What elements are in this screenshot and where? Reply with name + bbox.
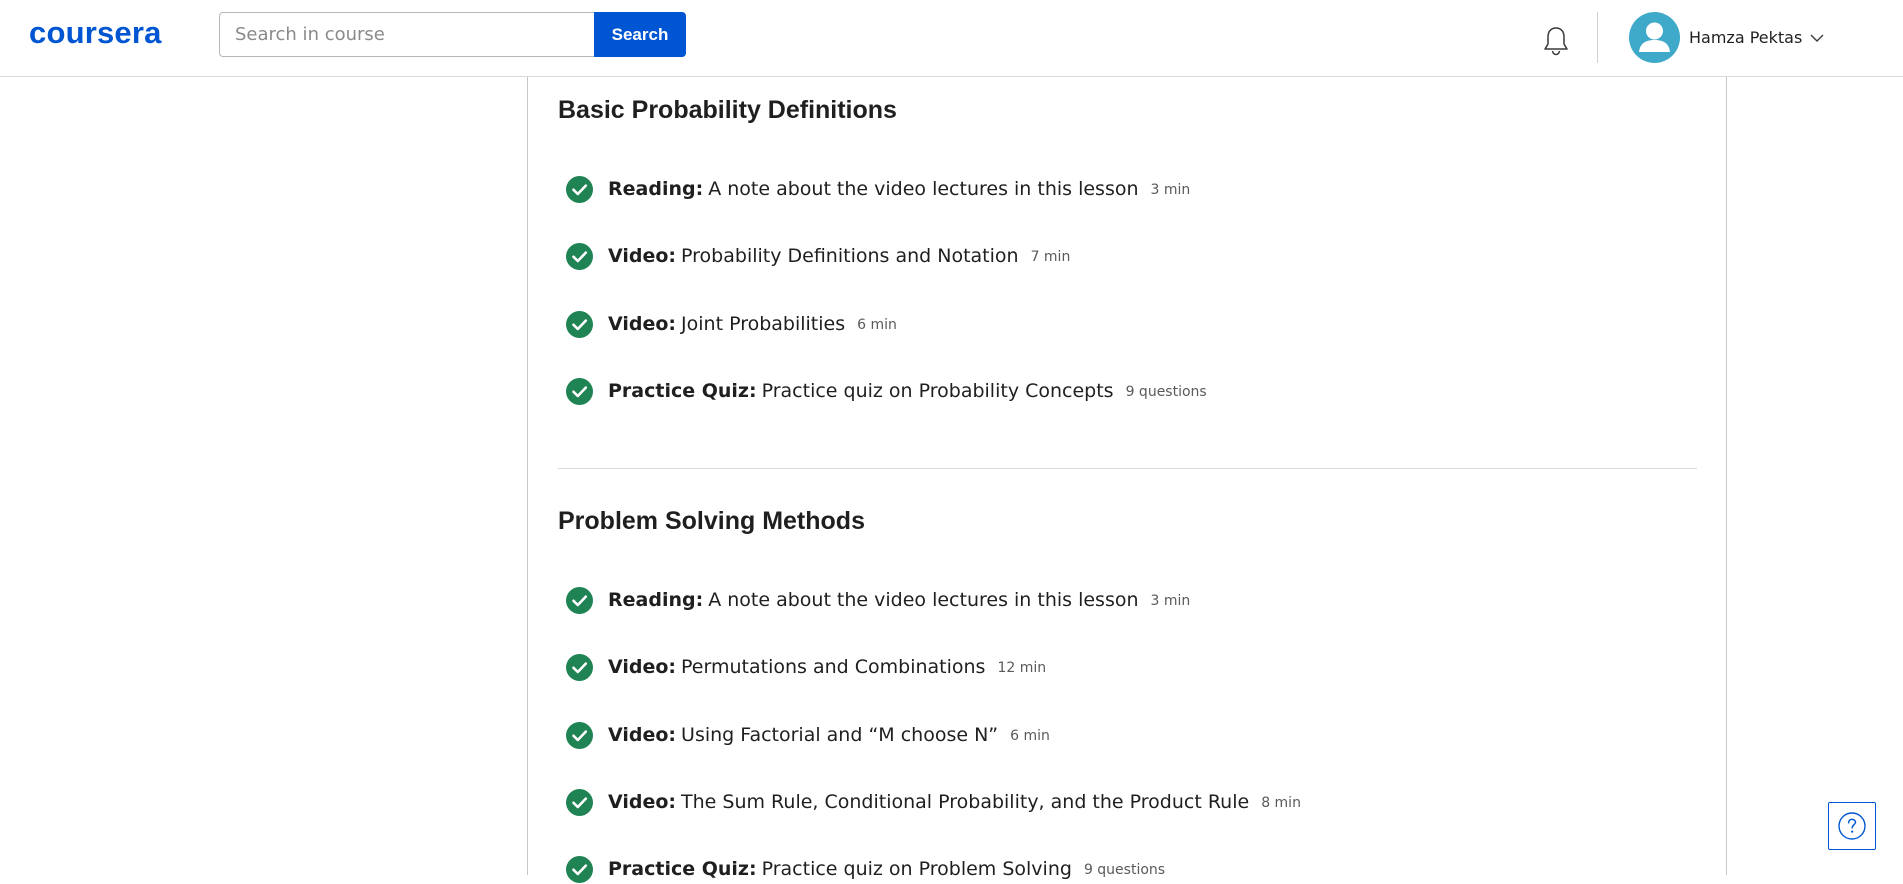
bell-icon[interactable] [1541, 25, 1571, 57]
item-duration: 3 min [1150, 593, 1191, 609]
list-item[interactable]: Reading: A note about the video lectures… [566, 174, 1190, 204]
check-circle-icon [566, 310, 593, 338]
list-item[interactable]: Video: Joint Probabilities 6 min [566, 309, 897, 339]
item-type: Video: [608, 791, 677, 813]
item-title: A note about the video lectures in this … [708, 589, 1139, 611]
item-title: Practice quiz on Probability Concepts [761, 380, 1114, 402]
item-type: Video: [608, 724, 677, 746]
item-title: Using Factorial and “M choose N” [681, 724, 999, 746]
user-avatar-icon [1629, 12, 1680, 63]
check-circle-icon [566, 855, 593, 883]
user-menu[interactable]: Hamza Pektas [1629, 12, 1824, 63]
item-type: Reading: [608, 589, 704, 611]
item-duration: 6 min [857, 317, 897, 333]
item-title: A note about the video lectures in this … [708, 178, 1139, 200]
item-duration: 12 min [997, 660, 1047, 676]
item-type: Video: [608, 656, 677, 678]
item-type: Video: [608, 313, 677, 335]
item-title: Permutations and Combinations [681, 656, 986, 678]
user-name: Hamza Pektas [1689, 28, 1803, 47]
item-question-count: 9 questions [1083, 862, 1166, 878]
list-item[interactable]: Video: Probability Definitions and Notat… [566, 241, 1070, 271]
item-title: Probability Definitions and Notation [681, 245, 1019, 267]
list-item[interactable]: Practice Quiz: Practice quiz on Probabil… [566, 376, 1207, 406]
item-question-count: 9 questions [1125, 384, 1207, 400]
check-circle-icon [566, 175, 593, 203]
item-duration: 8 min [1261, 795, 1301, 811]
help-question-icon [1838, 812, 1866, 840]
item-duration: 6 min [1010, 728, 1050, 744]
item-type: Practice Quiz: [608, 380, 757, 402]
section-divider [558, 468, 1697, 469]
search-input[interactable] [219, 12, 595, 57]
section-title: Basic Probability Definitions [558, 96, 897, 124]
check-circle-icon [566, 653, 593, 681]
section-title: Problem Solving Methods [558, 507, 865, 535]
item-duration: 3 min [1150, 182, 1191, 198]
list-item[interactable]: Video: Permutations and Combinations 12 … [566, 652, 1046, 682]
list-item[interactable]: Video: Using Factorial and “M choose N” … [566, 720, 1050, 750]
item-title: The Sum Rule, Conditional Probability, a… [681, 791, 1250, 813]
course-content: Basic Probability Definitions Reading: A… [527, 77, 1727, 883]
list-item[interactable]: Reading: A note about the video lectures… [566, 585, 1190, 615]
item-type: Video: [608, 245, 677, 267]
coursera-logo[interactable]: coursera [29, 15, 162, 51]
item-title: Practice quiz on Problem Solving [761, 858, 1072, 880]
check-circle-icon [566, 721, 593, 749]
item-title: Joint Probabilities [681, 313, 846, 335]
check-circle-icon [566, 788, 593, 816]
item-type: Practice Quiz: [608, 858, 757, 880]
search-button[interactable]: Search [594, 12, 686, 57]
check-circle-icon [566, 586, 593, 614]
list-item[interactable]: Practice Quiz: Practice quiz on Problem … [566, 854, 1165, 884]
check-circle-icon [566, 242, 593, 270]
item-type: Reading: [608, 178, 704, 200]
help-button[interactable] [1828, 802, 1876, 850]
check-circle-icon [566, 377, 593, 405]
item-duration: 7 min [1030, 249, 1071, 265]
top-header: coursera Search Hamza Pektas [0, 0, 1903, 77]
header-divider [1597, 12, 1598, 63]
list-item[interactable]: Video: The Sum Rule, Conditional Probabi… [566, 787, 1301, 817]
chevron-down-icon [1810, 34, 1824, 42]
